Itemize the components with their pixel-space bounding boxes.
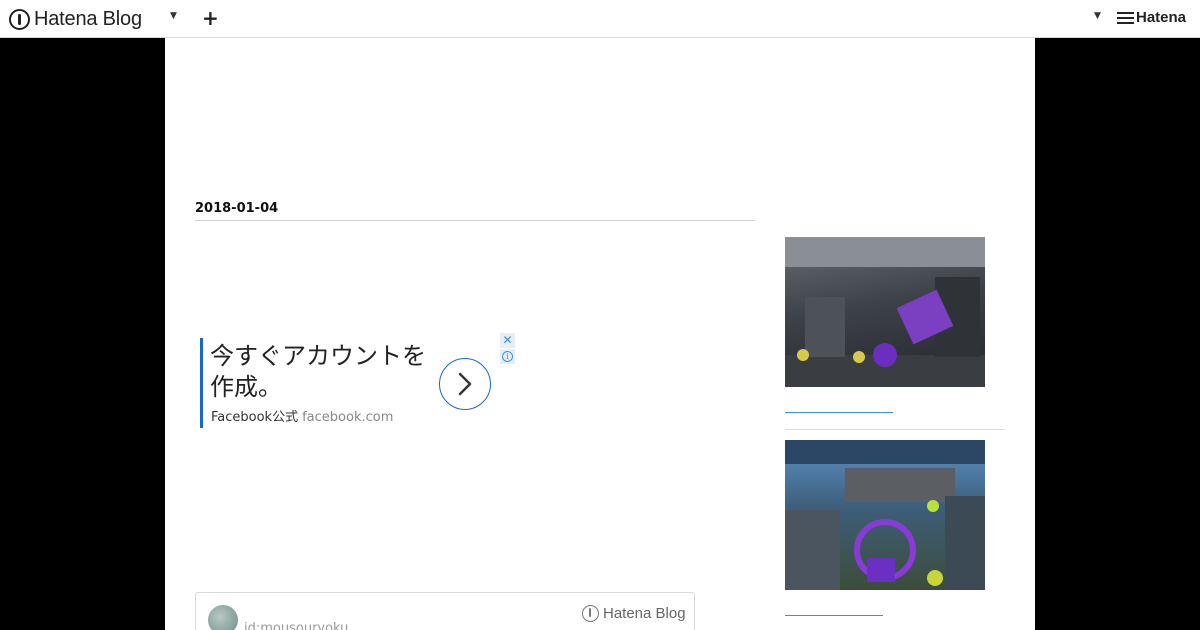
chevron-right-icon bbox=[458, 372, 472, 396]
global-header: Hatena Blog ▼ + ▼ Hatena bbox=[0, 0, 1200, 38]
game-screenshot-image bbox=[785, 440, 985, 590]
sidebar-thumbnail-1[interactable] bbox=[785, 237, 985, 387]
sidebar-thumbnail-2[interactable] bbox=[785, 440, 985, 590]
hatena-blog-logo-icon bbox=[582, 605, 599, 622]
sidebar-link-2[interactable] bbox=[785, 615, 883, 616]
hatena-blog-logo[interactable]: Hatena Blog bbox=[9, 6, 142, 32]
ad-title[interactable]: 今すぐアカウントを作成。 bbox=[210, 341, 435, 403]
logo-text: Hatena Blog bbox=[34, 7, 142, 30]
plus-icon[interactable]: + bbox=[202, 6, 219, 30]
author-card[interactable]: id:mousouryoku Hatena Blog bbox=[195, 592, 695, 630]
avatar[interactable] bbox=[208, 605, 238, 630]
sidebar-link-1[interactable] bbox=[785, 412, 893, 413]
ad-go-button[interactable] bbox=[439, 358, 491, 410]
game-screenshot-image bbox=[785, 237, 985, 387]
ad-domain: facebook.com bbox=[302, 410, 394, 425]
facebook-ad[interactable]: 今すぐアカウントを作成。 Facebook公式 facebook.com ✕ i bbox=[200, 333, 515, 428]
ad-info-button[interactable]: i bbox=[500, 349, 515, 364]
hatena-blog-logo-icon bbox=[9, 8, 30, 30]
hatena-brand-text: Hatena bbox=[1136, 9, 1187, 26]
hatena-brand-link[interactable]: Hatena bbox=[1117, 9, 1186, 26]
hatena-icon bbox=[1117, 11, 1134, 24]
caret-down-icon[interactable]: ▼ bbox=[170, 11, 177, 21]
sidebar-divider bbox=[785, 429, 1005, 430]
post-date[interactable]: 2018-01-04 bbox=[195, 201, 755, 221]
close-icon[interactable]: ✕ bbox=[500, 333, 515, 348]
ad-sponsor-line: Facebook公式 facebook.com bbox=[211, 406, 393, 425]
info-icon: i bbox=[502, 351, 513, 362]
card-brand-text: Hatena Blog bbox=[603, 605, 686, 622]
ad-accent-bar bbox=[200, 338, 203, 428]
author-id[interactable]: id:mousouryoku bbox=[244, 621, 348, 630]
ad-sponsor: Facebook公式 bbox=[211, 410, 299, 425]
blog-content: 2018-01-04 今すぐアカウントを作成。 Facebook公式 facebo… bbox=[165, 38, 1035, 630]
card-brand[interactable]: Hatena Blog bbox=[582, 605, 686, 622]
caret-down-icon[interactable]: ▼ bbox=[1094, 11, 1101, 21]
